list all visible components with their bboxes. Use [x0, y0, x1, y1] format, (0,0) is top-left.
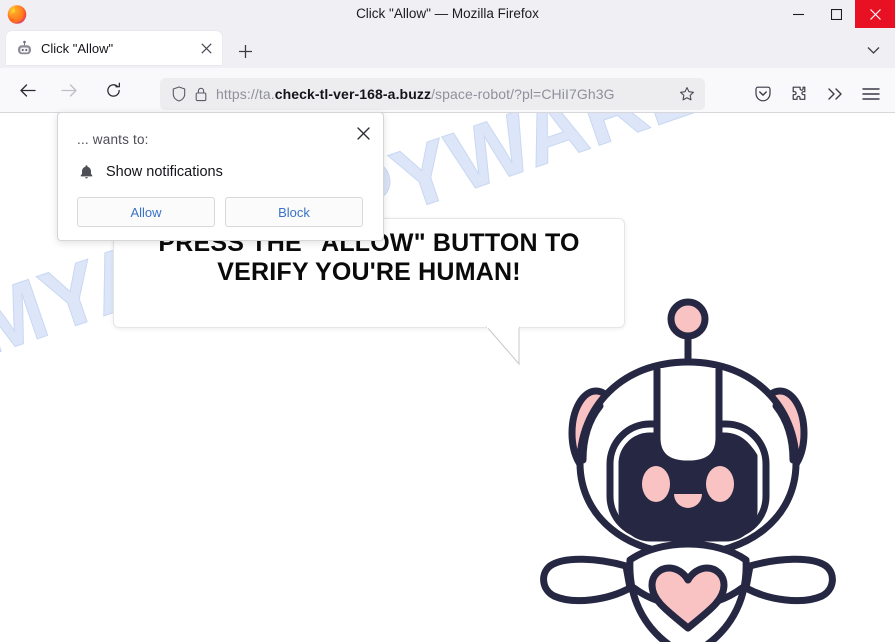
close-popup-icon[interactable] — [352, 122, 374, 144]
overflow-chevron-icon[interactable] — [819, 78, 851, 110]
block-button[interactable]: Block — [225, 197, 363, 227]
browser-window: Click "Allow" — Mozilla Firefox Click "A… — [0, 0, 895, 642]
title-bar: Click "Allow" — Mozilla Firefox — [0, 0, 895, 28]
browser-tab[interactable]: Click "Allow" — [6, 31, 222, 65]
url-subdomain: ta. — [258, 86, 275, 102]
hamburger-menu-icon[interactable] — [855, 78, 887, 110]
address-bar[interactable]: https://ta.check-tl-ver-168-a.buzz/space… — [160, 78, 705, 110]
url-scheme: https:// — [216, 86, 259, 102]
tab-title: Click "Allow" — [41, 40, 114, 56]
popup-permission-row: Show notifications — [77, 163, 223, 181]
shield-icon[interactable] — [168, 84, 190, 104]
extensions-puzzle-icon[interactable] — [783, 78, 815, 110]
robot-favicon-icon — [16, 40, 33, 57]
bell-icon — [77, 163, 95, 181]
popup-host-label: ... wants to: — [77, 132, 149, 147]
list-all-tabs-icon[interactable] — [861, 40, 885, 60]
reload-button[interactable] — [96, 74, 130, 106]
speech-bubble-tail — [485, 325, 520, 366]
address-text[interactable]: https://ta.check-tl-ver-168-a.buzz/space… — [216, 86, 675, 102]
allow-button[interactable]: Allow — [77, 197, 215, 227]
popup-actions: Allow Block — [77, 197, 363, 227]
minimize-button[interactable] — [779, 0, 817, 28]
space-robot-illustration — [540, 298, 836, 642]
close-window-button[interactable] — [855, 0, 895, 28]
window-title: Click "Allow" — Mozilla Firefox — [356, 6, 539, 21]
new-tab-button[interactable] — [232, 38, 258, 64]
toolbar-actions — [743, 78, 887, 110]
window-controls — [779, 0, 895, 28]
close-tab-icon[interactable] — [196, 38, 216, 58]
save-to-pocket-icon[interactable] — [747, 78, 779, 110]
url-truncation-fade — [651, 78, 677, 110]
maximize-button[interactable] — [817, 0, 855, 28]
forward-button[interactable] — [52, 74, 86, 106]
url-domain: check-tl-ver-168-a.buzz — [274, 86, 432, 102]
bookmark-star-icon[interactable] — [675, 82, 699, 106]
popup-permission-label: Show notifications — [106, 164, 223, 180]
url-path: /space-robot/?pl=CHiI7Gh3G — [431, 86, 615, 102]
notification-permission-popup: ... wants to: Show notifications Allow B… — [57, 112, 384, 241]
lock-icon[interactable] — [190, 84, 212, 104]
back-button[interactable] — [10, 74, 44, 106]
tab-strip: Click "Allow" — [0, 28, 895, 68]
